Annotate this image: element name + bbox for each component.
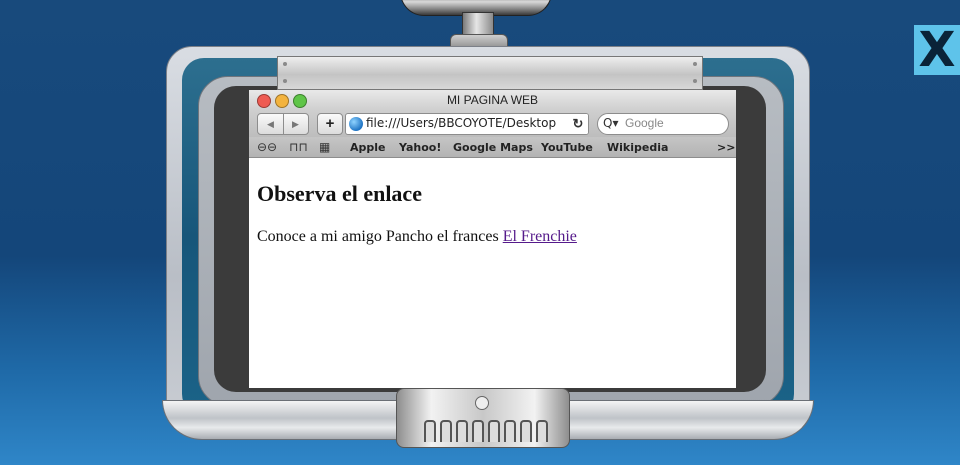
close-button[interactable]: X — [914, 25, 960, 75]
reading-glasses-icon[interactable]: ⊖⊖ — [257, 140, 277, 154]
monitor-top-plate — [277, 56, 703, 90]
bookmark-wikipedia[interactable]: Wikipedia — [607, 141, 668, 154]
browser-toolbar: ◀ ▶ + file:///Users/BBCOYOTE/Desktop ↻ Q… — [249, 110, 736, 137]
stand-vent — [440, 420, 452, 442]
search-placeholder: Google — [625, 116, 664, 130]
forward-icon[interactable]: ▶ — [283, 114, 308, 134]
bookmarks-overflow-button[interactable]: >> — [717, 141, 735, 154]
nav-buttons: ◀ ▶ — [257, 113, 309, 135]
stand-vent — [472, 420, 484, 442]
reload-icon[interactable]: ↻ — [568, 114, 588, 134]
stand-vent — [504, 420, 516, 442]
address-bar[interactable]: file:///Users/BBCOYOTE/Desktop ↻ — [345, 113, 589, 135]
bookmark-youtube[interactable]: YouTube — [541, 141, 593, 154]
stand-vent — [488, 420, 500, 442]
window-title: MI PAGINA WEB — [446, 93, 539, 107]
globe-icon — [349, 117, 363, 131]
screw — [283, 62, 287, 66]
stand-vent — [424, 420, 436, 442]
add-bookmark-icon[interactable]: + — [317, 113, 343, 135]
search-icon: Q▾ — [603, 116, 619, 130]
screw — [283, 79, 287, 83]
screw — [693, 79, 697, 83]
bookmark-google-maps[interactable]: Google Maps — [453, 141, 533, 154]
search-input[interactable]: Q▾ Google — [597, 113, 729, 135]
stand-vent — [536, 420, 548, 442]
bookmarks-bar: ⊖⊖ ⊓⊓ ▦ Apple Yahoo! Google Maps YouTube… — [249, 137, 736, 158]
browser-titlebar: MI PAGINA WEB — [249, 90, 736, 110]
screw — [693, 62, 697, 66]
page-heading: Observa el enlace — [257, 181, 422, 206]
bookmark-apple[interactable]: Apple — [350, 141, 386, 154]
back-icon[interactable]: ◀ — [258, 114, 284, 134]
page-content: Observa el enlace Conoce a mi amigo Panc… — [249, 158, 736, 388]
grid-icon[interactable]: ▦ — [319, 140, 330, 154]
paragraph-text: Conoce a mi amigo Pancho el frances — [257, 228, 503, 245]
stand-vent — [520, 420, 532, 442]
stand-knob — [475, 396, 489, 410]
book-icon[interactable]: ⊓⊓ — [289, 140, 308, 154]
url-text: file:///Users/BBCOYOTE/Desktop — [366, 116, 557, 130]
stand-vent — [456, 420, 468, 442]
bookmark-yahoo[interactable]: Yahoo! — [399, 141, 441, 154]
page-paragraph: Conoce a mi amigo Pancho el frances El F… — [257, 228, 577, 246]
browser-window: MI PAGINA WEB ◀ ▶ + file:///Users/BBCOYO… — [249, 90, 736, 388]
el-frenchie-link[interactable]: El Frenchie — [503, 228, 577, 245]
